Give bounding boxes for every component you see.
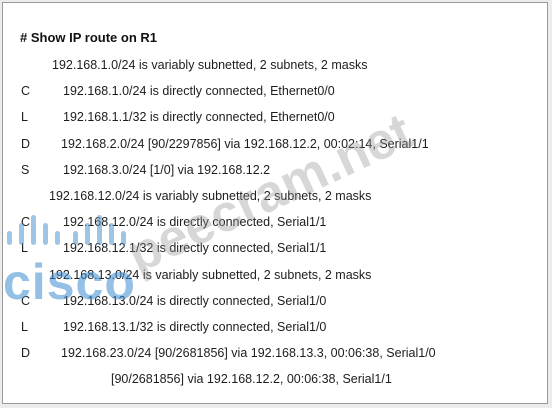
route-line: C 192.168.1.0/24 is directly connected, E…: [3, 84, 547, 102]
route-text: 192.168.12.0/24 is variably subnetted, 2…: [49, 189, 372, 203]
route-text: 192.168.12.1/32 is directly connected, S…: [63, 241, 327, 256]
route-line: S 192.168.3.0/24 [1/0] via 192.168.12.2: [3, 162, 547, 181]
page-title: # Show IP route on R1: [20, 30, 158, 45]
route-table-panel: # Show IP route on R1 192.168.1.0/24 is …: [2, 2, 548, 404]
route-line: [90/2681856] via 192.168.12.2, 00:06:38,…: [3, 372, 547, 390]
route-code: D: [21, 346, 31, 361]
route-text: 192.168.13.0/24 is directly connected, S…: [63, 293, 327, 308]
route-text: 192.168.13.1/32 is directly connected, S…: [63, 320, 327, 334]
route-text: 192.168.2.0/24 [90/2297856] via 192.168.…: [61, 136, 429, 151]
route-code: L: [21, 320, 28, 334]
route-text: 192.168.1.1/32 is directly connected, Et…: [63, 110, 335, 125]
route-line: C 192.168.12.0/24 is directly connected, …: [3, 215, 547, 233]
route-line: D 192.168.2.0/24 [90/2297856] via 192.168…: [3, 136, 547, 155]
route-line: 192.168.1.0/24 is variably subnetted, 2 …: [3, 58, 547, 76]
route-code: C: [21, 84, 31, 99]
route-text: 192.168.3.0/24 [1/0] via 192.168.12.2: [63, 162, 271, 177]
route-text: 192.168.13.0/24 is variably subnetted, 2…: [49, 267, 372, 282]
route-code: L: [21, 110, 28, 125]
route-code: C: [21, 215, 31, 230]
route-text: 192.168.1.0/24 is variably subnetted, 2 …: [52, 58, 368, 72]
route-code: C: [21, 293, 31, 308]
route-text: 192.168.12.0/24 is directly connected, S…: [63, 215, 327, 230]
route-text: 192.168.23.0/24 [90/2681856] via 192.168…: [61, 346, 436, 361]
route-code: D: [21, 136, 31, 151]
route-line: 192.168.12.0/24 is variably subnetted, 2…: [3, 189, 547, 207]
route-line: L 192.168.1.1/32 is directly connected, E…: [3, 110, 547, 128]
route-line: D 192.168.23.0/24 [90/2681856] via 192.16…: [3, 346, 547, 364]
route-code: L: [21, 241, 28, 256]
route-text: [90/2681856] via 192.168.12.2, 00:06:38,…: [111, 372, 392, 387]
route-line: C 192.168.13.0/24 is directly connected, …: [3, 293, 547, 312]
route-line: L 192.168.12.1/32 is directly connected, …: [3, 241, 547, 259]
route-line: L 192.168.13.1/32 is directly connected, …: [3, 320, 547, 338]
route-line: 192.168.13.0/24 is variably subnetted, 2…: [3, 267, 547, 286]
route-text: 192.168.1.0/24 is directly connected, Et…: [63, 84, 335, 99]
route-code: S: [21, 162, 30, 177]
